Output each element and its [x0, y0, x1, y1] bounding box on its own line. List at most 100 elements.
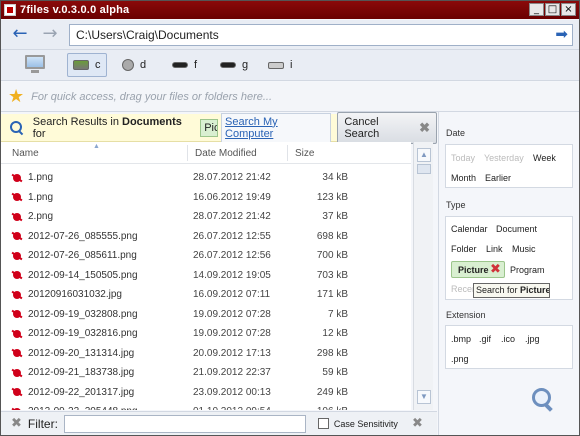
- extension-facet-box: .bmp .gif .ico .jpg .png: [445, 325, 573, 369]
- column-date-header[interactable]: Date Modified: [195, 148, 257, 159]
- file-size: 7 kB: [327, 308, 348, 320]
- drive-f-button[interactable]: f: [167, 53, 202, 77]
- clear-filter-icon[interactable]: ✖: [412, 416, 423, 431]
- close-window-button[interactable]: ×: [561, 3, 576, 16]
- image-file-icon: [11, 211, 23, 223]
- table-row[interactable]: 2012-09-22_205448.png 01.10.2012 09:54 106…: [1, 402, 411, 410]
- image-file-icon: [11, 289, 23, 301]
- date-filter-yesterday: Yesterday: [484, 153, 524, 163]
- ext-filter-gif[interactable]: .gif: [479, 334, 491, 344]
- forward-arrow-icon[interactable]: →: [39, 24, 61, 46]
- table-row[interactable]: 2.png 28.07.2012 21:42 37 kB: [1, 207, 411, 227]
- image-file-icon: [11, 367, 23, 379]
- title-bar: 7files v.0.3.0.0 alpha _ □ ×: [1, 1, 579, 19]
- image-file-icon: [11, 406, 23, 410]
- table-row[interactable]: 2012-09-21_183738.jpg 21.09.2012 22:37 59 …: [1, 363, 411, 383]
- ext-filter-ico[interactable]: .ico: [501, 334, 515, 344]
- search-my-computer-link[interactable]: Search My Computer: [221, 112, 332, 143]
- window-controls: _ □ ×: [529, 3, 576, 16]
- ext-filter-bmp[interactable]: .bmp: [451, 334, 471, 344]
- date-filter-month[interactable]: Month: [451, 173, 476, 183]
- address-bar[interactable]: C:\Users\Craig\Documents ➡: [69, 24, 573, 46]
- date-filter-earlier[interactable]: Earlier: [485, 173, 511, 183]
- ext-filter-png[interactable]: .png: [451, 354, 469, 364]
- column-name-header[interactable]: Name: [12, 148, 39, 159]
- drive-label: i: [290, 59, 293, 71]
- type-filter-calendar[interactable]: Calendar: [451, 224, 488, 234]
- back-arrow-icon[interactable]: ←: [9, 24, 31, 46]
- file-size: 703 kB: [316, 269, 348, 281]
- table-row[interactable]: 20120916031032.jpg 16.09.2012 07:11 171 kB: [1, 285, 411, 305]
- minimize-button[interactable]: _: [529, 3, 544, 16]
- file-name: 2012-07-26_085555.png: [28, 230, 138, 242]
- date-filter-week[interactable]: Week: [533, 153, 556, 163]
- system-drive-icon: [73, 60, 89, 70]
- maximize-button[interactable]: □: [545, 3, 560, 16]
- drive-c-button[interactable]: c: [67, 53, 107, 77]
- image-file-icon: [11, 230, 23, 242]
- quick-access-bar[interactable]: ★ For quick access, drag your files or f…: [1, 82, 579, 112]
- navigation-bar: ← → C:\Users\Craig\Documents ➡: [1, 20, 579, 50]
- table-row[interactable]: 2012-07-26_085555.png 26.07.2012 12:55 698…: [1, 227, 411, 247]
- column-size-header[interactable]: Size: [295, 148, 314, 159]
- vertical-scrollbar[interactable]: ▲ ▼: [413, 142, 433, 410]
- cancel-search-label: Cancel Search: [344, 115, 380, 140]
- scroll-thumb[interactable]: [417, 164, 431, 174]
- date-facet-title: Date: [446, 128, 466, 138]
- sort-arrow-icon: ▲: [93, 143, 100, 150]
- filter-label: Filter:: [27, 416, 58, 431]
- table-row[interactable]: 2012-07-26_085611.png 26.07.2012 12:56 700…: [1, 246, 411, 266]
- file-date: 01.10.2012 09:54: [193, 406, 271, 410]
- file-name: 2.png: [28, 211, 54, 223]
- search-tag-chip[interactable]: Picture: [200, 118, 219, 137]
- cd-drive-icon: [122, 59, 134, 71]
- image-file-icon: [11, 269, 23, 281]
- remove-filter-icon[interactable]: ✖: [490, 262, 501, 277]
- table-row[interactable]: 2012-09-19_032816.png 19.09.2012 07:28 12 …: [1, 324, 411, 344]
- type-filter-program[interactable]: Program: [510, 265, 545, 275]
- column-separator[interactable]: [187, 145, 188, 161]
- table-row[interactable]: 2012-09-20_131314.jpg 20.09.2012 17:13 298…: [1, 344, 411, 364]
- scroll-down-icon[interactable]: ▼: [417, 390, 431, 404]
- case-sensitivity-checkbox[interactable]: [317, 418, 329, 429]
- scroll-up-icon[interactable]: ▲: [417, 148, 431, 162]
- type-filter-music[interactable]: Music: [512, 244, 536, 254]
- table-row[interactable]: 2012-09-19_032808.png 19.09.2012 07:28 7 k…: [1, 305, 411, 325]
- type-filter-link[interactable]: Link: [486, 244, 503, 254]
- star-icon: ★: [8, 86, 25, 107]
- column-separator[interactable]: [287, 145, 288, 161]
- go-arrow-icon[interactable]: ➡: [555, 25, 568, 43]
- close-filter-icon[interactable]: ✖: [11, 416, 22, 431]
- table-row[interactable]: 1.png 28.07.2012 21:42 34 kB: [1, 168, 411, 188]
- ext-filter-jpg[interactable]: .jpg: [525, 334, 540, 344]
- filter-input[interactable]: [63, 414, 306, 433]
- file-date: 26.07.2012 12:56: [193, 250, 271, 262]
- case-sensitivity-label: Case Sensitivity: [333, 418, 398, 429]
- file-size: 698 kB: [316, 230, 348, 242]
- type-filter-folder[interactable]: Folder: [451, 244, 477, 254]
- drive-g-button[interactable]: g: [215, 53, 253, 77]
- file-date: 14.09.2012 19:05: [193, 269, 271, 281]
- computer-icon[interactable]: [23, 54, 47, 74]
- cancel-search-button[interactable]: Cancel Search ✖: [337, 111, 437, 144]
- table-row[interactable]: 2012-09-22_201317.jpg 23.09.2012 00:13 249…: [1, 383, 411, 403]
- address-path: C:\Users\Craig\Documents: [76, 28, 219, 42]
- file-date: 28.07.2012 21:42: [193, 211, 271, 223]
- magnifier-icon[interactable]: [531, 387, 553, 409]
- table-row[interactable]: 1.png 16.06.2012 19:49 123 kB: [1, 188, 411, 208]
- file-size: 298 kB: [316, 347, 348, 359]
- removable-drive-icon: [172, 62, 188, 68]
- window-title: 7files v.0.3.0.0 alpha: [20, 4, 130, 16]
- file-date: 16.06.2012 19:49: [193, 191, 271, 203]
- file-name: 2012-07-26_085611.png: [28, 250, 137, 262]
- file-date: 19.09.2012 07:28: [193, 308, 271, 320]
- type-filter-picture-active[interactable]: Picture ✖: [451, 261, 505, 278]
- file-name: 2012-09-21_183738.jpg: [28, 367, 135, 379]
- app-logo-icon: [4, 4, 16, 16]
- drive-d-button[interactable]: d: [117, 53, 151, 77]
- table-row[interactable]: 2012-09-14_150505.png 14.09.2012 19:05 703…: [1, 266, 411, 286]
- drive-i-button[interactable]: i: [263, 53, 297, 77]
- image-file-icon: [11, 328, 23, 340]
- type-filter-document[interactable]: Document: [496, 224, 537, 234]
- drive-label: f: [194, 59, 198, 71]
